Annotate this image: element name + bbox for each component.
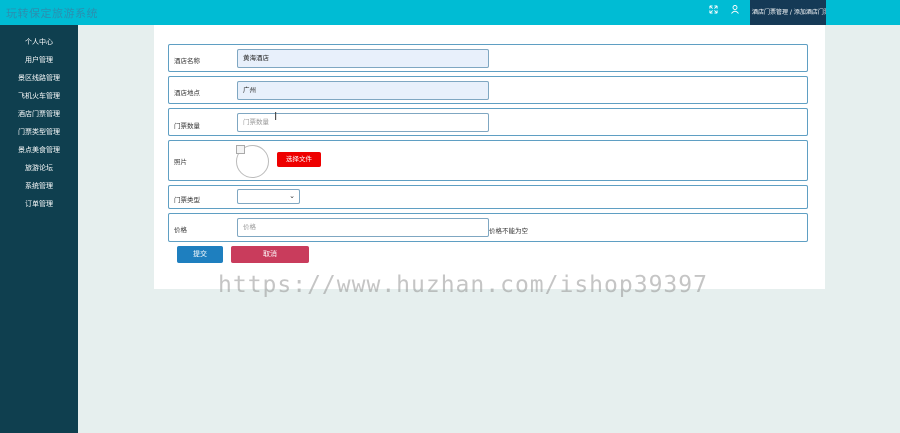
- cancel-button[interactable]: 取消: [231, 246, 309, 263]
- watermark: https://www.huzhan.com/ishop39397: [218, 272, 708, 298]
- sidebar-item-profile[interactable]: 个人中心: [0, 35, 78, 49]
- ticket-type-select[interactable]: ⌄: [237, 189, 300, 204]
- sidebar-item-forum[interactable]: 旅游论坛: [0, 161, 78, 175]
- sidebar-item-scenic-routes[interactable]: 景区线路管理: [0, 71, 78, 85]
- text-cursor-icon: I: [274, 110, 278, 123]
- sidebar-item-orders[interactable]: 订单管理: [0, 197, 78, 211]
- form-row-ticket-count: 门票数量 门票数量: [168, 108, 808, 136]
- price-input[interactable]: 价格: [237, 218, 489, 237]
- sidebar-item-system[interactable]: 系统管理: [0, 179, 78, 193]
- expand-icon-svg: [708, 5, 718, 14]
- chevron-down-icon: ⌄: [289, 192, 295, 200]
- form-row-photo: 照片 选择文件: [168, 140, 808, 181]
- hotel-location-input[interactable]: 广州: [237, 81, 489, 100]
- app-title: 玩转保定旅游系统: [6, 7, 98, 20]
- ticket-count-label: 门票数量: [174, 122, 200, 130]
- hotel-name-label: 酒店名称: [174, 57, 200, 65]
- photo-label: 照片: [174, 158, 187, 166]
- price-error: 价格不能为空: [489, 227, 528, 235]
- breadcrumb: 酒店门票管理 / 添加酒店门票: [750, 0, 826, 25]
- hotel-name-input[interactable]: 黄海酒店: [237, 49, 489, 68]
- user-icon-svg: [731, 5, 739, 14]
- form-row-price: 价格 价格 价格不能为空: [168, 213, 808, 242]
- sidebar-item-users[interactable]: 用户管理: [0, 53, 78, 67]
- form-row-hotel-location: 酒店地点 广州: [168, 76, 808, 104]
- submit-button[interactable]: 提交: [177, 246, 223, 263]
- expand-icon[interactable]: [706, 5, 720, 19]
- hotel-location-label: 酒店地点: [174, 89, 200, 97]
- sidebar: 个人中心 用户管理 景区线路管理 飞机火车管理 酒店门票管理 门票类型管理 景点…: [0, 25, 78, 433]
- price-label: 价格: [174, 226, 187, 234]
- sidebar-item-flights-trains[interactable]: 飞机火车管理: [0, 89, 78, 103]
- form-row-ticket-type: 门票类型 ⌄: [168, 185, 808, 209]
- choose-file-button[interactable]: 选择文件: [277, 152, 321, 167]
- sidebar-item-hotel-tickets[interactable]: 酒店门票管理: [0, 107, 78, 121]
- sidebar-item-food[interactable]: 景点美食管理: [0, 143, 78, 157]
- ticket-type-label: 门票类型: [174, 196, 200, 204]
- broken-image-icon: [236, 145, 245, 154]
- top-bar: 玩转保定旅游系统 酒店门票管理 / 添加酒店门票: [0, 0, 900, 25]
- sidebar-item-ticket-types[interactable]: 门票类型管理: [0, 125, 78, 139]
- user-icon[interactable]: [728, 5, 742, 19]
- form-row-hotel-name: 酒店名称 黄海酒店: [168, 44, 808, 72]
